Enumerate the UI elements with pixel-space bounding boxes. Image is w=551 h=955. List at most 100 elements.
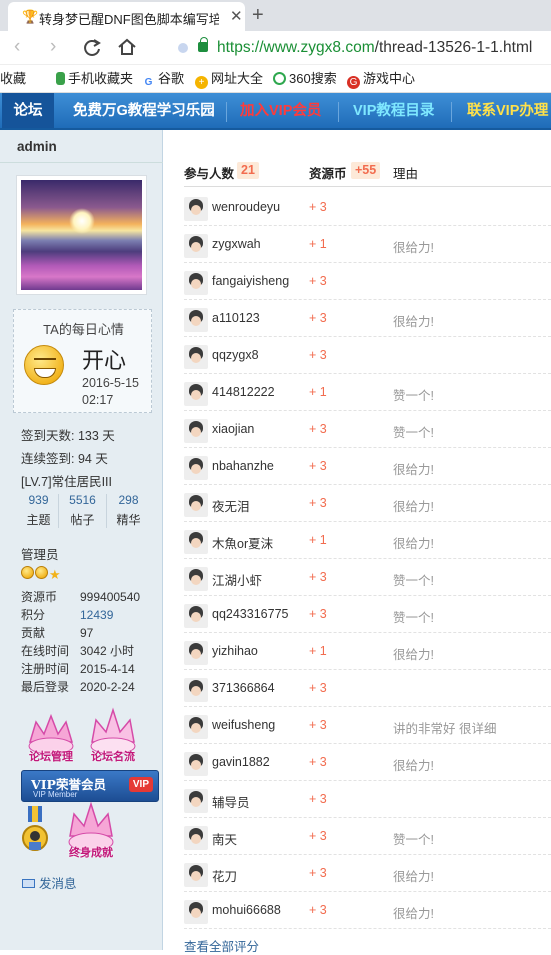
bookmark-item[interactable]: + 网址大全 — [195, 71, 263, 89]
address-bar[interactable]: https://www.zygx8.com/thread-13526-1-1.h… — [168, 34, 551, 61]
send-message-link[interactable]: 发消息 — [22, 873, 77, 892]
back-icon[interactable]: ‹ — [14, 37, 20, 57]
rater-name[interactable]: 南天 — [212, 829, 237, 848]
vip-tag: VIP — [128, 777, 153, 792]
rater-name[interactable]: 江湖小虾 — [212, 570, 262, 589]
coins-total: +55 — [351, 162, 381, 179]
rater-avatar[interactable] — [184, 456, 208, 480]
rater-avatar[interactable] — [184, 382, 208, 406]
sun-shape — [69, 208, 95, 234]
user-level[interactable]: [LV.7]常住居民III — [21, 471, 112, 490]
rater-name[interactable]: wenroudeyu — [212, 200, 280, 214]
rater-avatar[interactable] — [184, 863, 208, 887]
rating-row: 花刀 + 3 很给力! — [184, 855, 551, 892]
stat-posts[interactable]: 5516 帖子 — [60, 490, 105, 530]
rater-avatar[interactable] — [184, 271, 208, 295]
rater-avatar[interactable] — [184, 715, 208, 739]
rater-name[interactable]: 木魚or夏沫 — [212, 533, 273, 552]
rater-avatar[interactable] — [184, 752, 208, 776]
nav-contact-vip[interactable]: 联系VIP办理 — [457, 93, 551, 128]
view-all-ratings-link[interactable]: 查看全部评分 — [184, 936, 259, 955]
reload-icon[interactable] — [82, 38, 102, 58]
rater-avatar[interactable] — [184, 604, 208, 628]
rater-avatar[interactable] — [184, 234, 208, 258]
rater-avatar[interactable] — [184, 419, 208, 443]
rater-avatar[interactable] — [184, 826, 208, 850]
rating-score: + 1 — [309, 644, 327, 658]
rater-avatar[interactable] — [184, 197, 208, 221]
divider — [0, 162, 163, 163]
rater-name[interactable]: gavin1882 — [212, 755, 270, 769]
rater-name[interactable]: mohui66688 — [212, 903, 281, 917]
rater-avatar[interactable] — [184, 641, 208, 665]
rating-row: zygxwah + 1 很给力! — [184, 226, 551, 263]
rating-row: nbahanzhe + 3 很给力! — [184, 448, 551, 485]
rating-score: + 3 — [309, 903, 327, 917]
rater-name[interactable]: a110123 — [212, 311, 260, 325]
medal-forum-celebrity[interactable]: 论坛名流 — [84, 706, 142, 766]
browser-tab[interactable]: 🏆 转身梦已醒DNF图色脚本编写培训 ✕ — [8, 2, 245, 31]
bookmark-item[interactable]: 360搜索 — [273, 71, 337, 87]
rater-name[interactable]: 371366864 — [212, 681, 275, 695]
rater-avatar[interactable] — [184, 789, 208, 813]
stat-digest[interactable]: 298 精华 — [106, 490, 151, 530]
nav-free-tutorials[interactable]: 免费万G教程学习乐园 — [63, 93, 225, 128]
medal-lifetime-achievement[interactable]: 终身成就 — [62, 800, 120, 862]
rater-name[interactable]: nbahanzhe — [212, 459, 274, 473]
rater-avatar[interactable] — [184, 530, 208, 554]
rating-row: 辅导员 + 3 — [184, 781, 551, 818]
rater-name[interactable]: 夜无泪 — [212, 496, 250, 515]
rater-name[interactable]: qq243316775 — [212, 607, 288, 621]
rater-avatar[interactable] — [184, 900, 208, 924]
rater-name[interactable]: 花刀 — [212, 866, 237, 885]
author-avatar[interactable] — [16, 175, 147, 295]
rater-name[interactable]: xiaojian — [212, 422, 254, 436]
nav-home[interactable]: 论坛 — [2, 93, 54, 128]
rater-name[interactable]: zygxwah — [212, 237, 261, 251]
rating-score: + 3 — [309, 755, 327, 769]
rater-avatar[interactable] — [184, 308, 208, 332]
medal-forum-admin[interactable]: 论坛管理 — [22, 710, 80, 766]
rater-avatar[interactable] — [184, 567, 208, 591]
medal-hero[interactable] — [20, 806, 50, 862]
phone-icon — [56, 72, 65, 85]
home-icon[interactable] — [116, 37, 138, 57]
info-key: 注册时间 — [21, 662, 70, 676]
stat-value: 939 — [28, 493, 49, 507]
rating-row: qqzygx8 + 3 — [184, 337, 551, 374]
nav-join-vip[interactable]: 加入VIP会员 — [230, 93, 331, 128]
close-tab-icon[interactable]: ✕ — [230, 7, 243, 25]
rater-name[interactable]: weifusheng — [212, 718, 275, 732]
rater-name[interactable]: 辅导员 — [212, 792, 250, 811]
new-tab-button[interactable]: + — [252, 4, 264, 27]
author-username[interactable]: admin — [17, 139, 57, 154]
rating-reason: 很给力! — [393, 500, 434, 514]
rating-score: + 3 — [309, 792, 327, 806]
rating-row: a110123 + 3 很给力! — [184, 300, 551, 337]
bookmark-item[interactable]: 收藏 — [0, 71, 26, 87]
rating-row: qq243316775 + 3 赞一个! — [184, 596, 551, 633]
rater-avatar[interactable] — [184, 493, 208, 517]
info-value-link[interactable]: 12439 — [80, 606, 113, 624]
forward-icon[interactable]: › — [50, 37, 56, 57]
google-icon: G — [142, 76, 155, 89]
rater-avatar[interactable] — [184, 345, 208, 369]
rater-name[interactable]: fangaiyisheng — [212, 274, 289, 288]
360-icon — [273, 72, 286, 85]
nav-vip-catalog[interactable]: VIP教程目录 — [343, 93, 444, 128]
rater-name[interactable]: 414812222 — [212, 385, 275, 399]
rater-avatar[interactable] — [184, 678, 208, 702]
rater-name[interactable]: yizhihao — [212, 644, 258, 658]
rating-score: + 3 — [309, 866, 327, 880]
stat-value: 298 — [118, 493, 139, 507]
bookmark-item[interactable]: G 谷歌 — [142, 71, 184, 89]
bookmark-item[interactable]: G 游戏中心 — [347, 71, 415, 89]
bookmark-item[interactable]: 手机收藏夹 — [56, 71, 133, 87]
site-info-icon[interactable] — [178, 43, 188, 53]
medal-vip-member[interactable]: VIP荣誉会员 VIP Member VIP — [21, 770, 159, 802]
rating-panel: 参与人数 21 资源币 +55 理由 wenroudeyu + 3 zygxwah +… — [163, 130, 551, 954]
stat-threads[interactable]: 939 主题 — [16, 490, 61, 530]
rating-score: + 1 — [309, 237, 327, 251]
info-value: 999400540 — [80, 590, 141, 604]
rater-name[interactable]: qqzygx8 — [212, 348, 259, 362]
